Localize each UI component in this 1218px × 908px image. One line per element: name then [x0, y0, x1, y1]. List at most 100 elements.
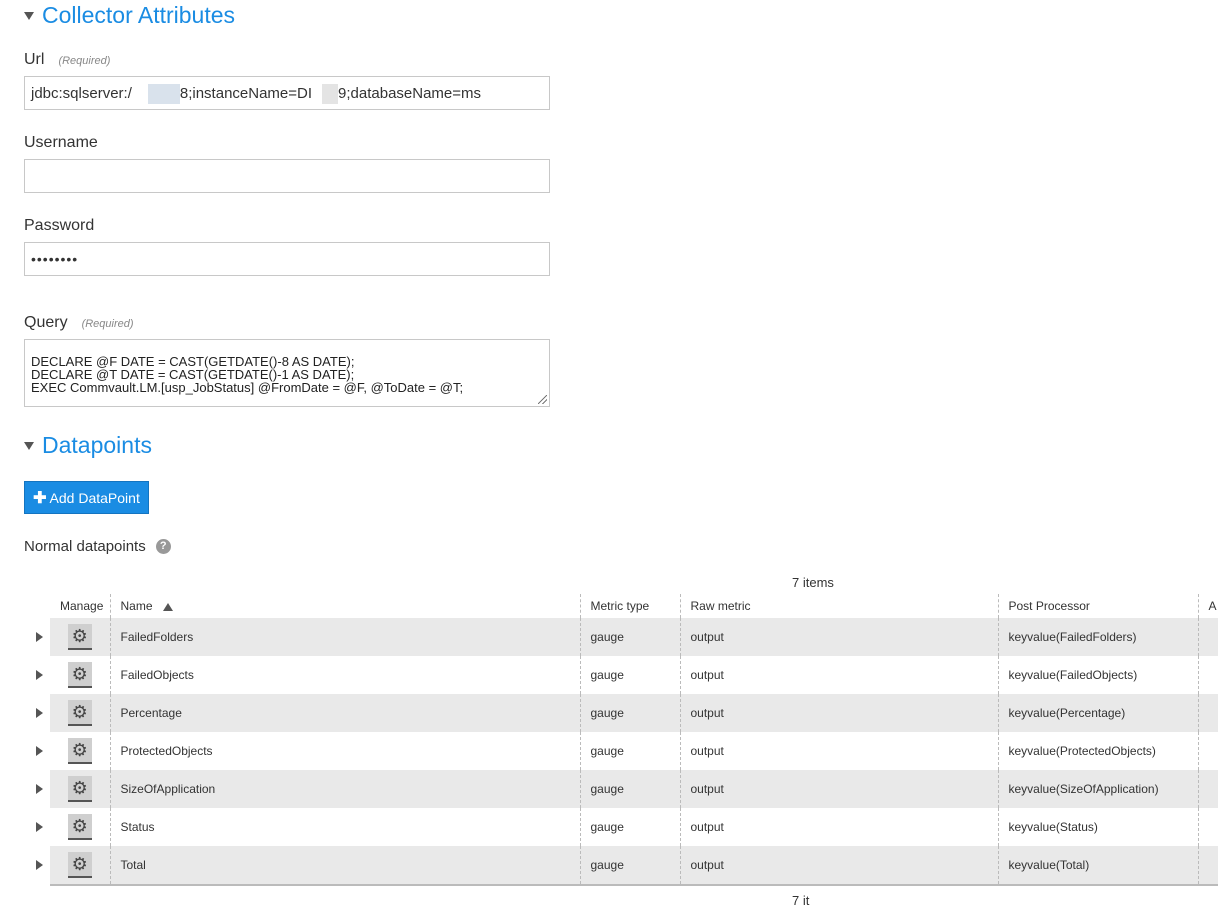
caret-down-icon[interactable] — [24, 11, 34, 20]
caret-right-icon[interactable] — [36, 784, 43, 794]
caret-right-icon[interactable] — [36, 670, 43, 680]
username-label: Username — [24, 134, 98, 151]
help-icon[interactable]: ? — [155, 539, 171, 554]
metric-type-cell: gauge — [579, 656, 680, 694]
extra-cell — [1197, 656, 1218, 694]
name-cell: Status — [109, 808, 580, 846]
redacted-block — [322, 84, 339, 105]
table-row[interactable]: ⚙ FailedObjects gauge output keyvalue(Fa… — [50, 656, 1218, 694]
name-cell: FailedFolders — [109, 618, 580, 656]
datapoints-table: Manage Name Metric type Raw metric Post … — [50, 594, 1218, 886]
query-label: Query (Required) — [24, 314, 134, 332]
extra-cell — [1197, 732, 1218, 770]
sort-asc-icon — [162, 602, 173, 611]
manage-cell[interactable]: ⚙ — [50, 694, 110, 732]
post-processor-cell: keyvalue(ProtectedObjects) — [997, 732, 1198, 770]
raw-metric-cell: output — [679, 846, 998, 886]
metric-type-cell: gauge — [579, 770, 680, 808]
gear-icon[interactable]: ⚙ — [67, 814, 92, 840]
gear-icon[interactable]: ⚙ — [67, 738, 92, 764]
gear-icon[interactable]: ⚙ — [67, 700, 92, 726]
url-value-part: 9;databaseName=ms — [338, 85, 482, 102]
metric-type-cell: gauge — [579, 618, 680, 656]
manage-cell[interactable]: ⚙ — [50, 656, 110, 694]
query-line: EXEC Commvault.LM.[usp_JobStatus] @FromD… — [31, 380, 464, 395]
caret-down-icon[interactable] — [24, 441, 34, 450]
caret-right-icon[interactable] — [36, 708, 43, 718]
name-cell: Percentage — [109, 694, 580, 732]
normal-datapoints-label: Normal datapoints ? — [24, 538, 171, 555]
extra-cell — [1197, 846, 1218, 886]
metric-type-cell: gauge — [579, 808, 680, 846]
post-processor-cell: keyvalue(FailedObjects) — [997, 656, 1198, 694]
table-row[interactable]: ⚙ Status gauge output keyvalue(Status) — [50, 808, 1218, 846]
normal-datapoints-text: Normal datapoints — [24, 538, 146, 555]
table-row[interactable]: ⚙ Percentage gauge output keyvalue(Perce… — [50, 694, 1218, 732]
post-processor-cell: keyvalue(Total) — [997, 846, 1198, 886]
column-header-metric-type[interactable]: Metric type — [579, 594, 680, 618]
section-title: Datapoints — [42, 432, 152, 458]
manage-cell[interactable]: ⚙ — [50, 846, 110, 886]
resize-handle-icon[interactable] — [538, 395, 547, 404]
gear-icon[interactable]: ⚙ — [67, 776, 92, 802]
name-cell: FailedObjects — [109, 656, 580, 694]
column-header-post-processor[interactable]: Post Processor — [997, 594, 1198, 618]
add-datapoint-button[interactable]: ✚ Add DataPoint — [24, 481, 149, 514]
raw-metric-cell: output — [679, 618, 998, 656]
table-row[interactable]: ⚙ ProtectedObjects gauge output keyvalue… — [50, 732, 1218, 770]
extra-cell — [1197, 694, 1218, 732]
column-header-name[interactable]: Name — [109, 594, 580, 618]
extra-cell — [1197, 808, 1218, 846]
column-header-truncated[interactable]: A — [1197, 594, 1218, 618]
manage-cell[interactable]: ⚙ — [50, 732, 110, 770]
gear-icon[interactable]: ⚙ — [67, 624, 92, 650]
raw-metric-cell: output — [679, 770, 998, 808]
table-header-row: Manage Name Metric type Raw metric Post … — [50, 594, 1218, 618]
query-label-text: Query — [24, 314, 68, 331]
collector-attributes-header[interactable]: Collector Attributes — [24, 2, 235, 29]
query-textarea[interactable]: DECLARE @F DATE = CAST(GETDATE()-8 AS DA… — [24, 339, 550, 407]
metric-type-cell: gauge — [579, 694, 680, 732]
datapoints-header[interactable]: Datapoints — [24, 432, 152, 459]
raw-metric-cell: output — [679, 732, 998, 770]
raw-metric-cell: output — [679, 656, 998, 694]
add-datapoint-label: Add DataPoint — [49, 489, 140, 506]
section-title: Collector Attributes — [42, 2, 236, 28]
username-input[interactable] — [24, 159, 550, 193]
table-row[interactable]: ⚙ SizeOfApplication gauge output keyvalu… — [50, 770, 1218, 808]
manage-cell[interactable]: ⚙ — [50, 618, 110, 656]
raw-metric-cell: output — [679, 694, 998, 732]
table-row[interactable]: ⚙ FailedFolders gauge output keyvalue(Fa… — [50, 618, 1218, 656]
url-value-part: 8;instanceName=DI — [179, 85, 313, 102]
table-row[interactable]: ⚙ Total gauge output keyvalue(Total) — [50, 846, 1218, 886]
password-input[interactable]: •••••••• — [24, 242, 550, 276]
gear-icon[interactable]: ⚙ — [67, 662, 92, 688]
caret-right-icon[interactable] — [36, 860, 43, 870]
caret-right-icon[interactable] — [36, 746, 43, 756]
url-label: Url (Required) — [24, 51, 110, 69]
password-label: Password — [24, 217, 95, 234]
required-hint: (Required) — [81, 318, 134, 330]
url-label-text: Url — [24, 51, 45, 68]
column-header-name-label: Name — [120, 599, 153, 613]
items-count-bottom: 7 it — [792, 893, 810, 908]
manage-cell[interactable]: ⚙ — [50, 770, 110, 808]
url-value-part: jdbc:sqlserver:/ — [31, 85, 132, 102]
redacted-block — [147, 84, 180, 105]
items-count: 7 items — [792, 575, 834, 590]
post-processor-cell: keyvalue(Percentage) — [997, 694, 1198, 732]
name-cell: Total — [109, 846, 580, 886]
post-processor-cell: keyvalue(FailedFolders) — [997, 618, 1198, 656]
manage-cell[interactable]: ⚙ — [50, 808, 110, 846]
gear-icon[interactable]: ⚙ — [67, 852, 92, 878]
post-processor-cell: keyvalue(SizeOfApplication) — [997, 770, 1198, 808]
caret-right-icon[interactable] — [36, 822, 43, 832]
column-header-raw-metric[interactable]: Raw metric — [679, 594, 998, 618]
metric-type-cell: gauge — [579, 732, 680, 770]
url-input[interactable]: jdbc:sqlserver:/ 8;instanceName=DI 9;datab… — [24, 76, 550, 110]
name-cell: SizeOfApplication — [109, 770, 580, 808]
column-header-manage[interactable]: Manage — [50, 594, 110, 618]
caret-right-icon[interactable] — [36, 632, 43, 642]
name-cell: ProtectedObjects — [109, 732, 580, 770]
raw-metric-cell: output — [679, 808, 998, 846]
